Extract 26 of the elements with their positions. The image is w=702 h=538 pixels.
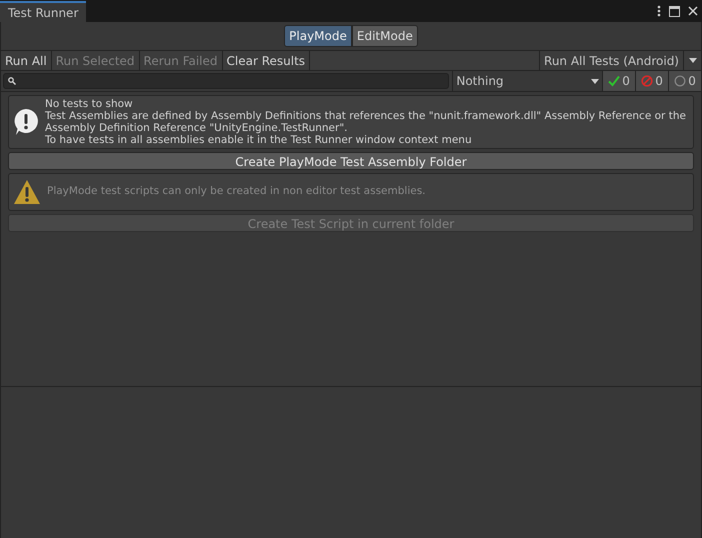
maximize-icon[interactable] [669, 6, 680, 16]
close-icon[interactable] [688, 6, 698, 16]
info-text: To have tests in all assemblies enable it in the Test Runner window context menu [45, 134, 473, 146]
warning-text: PlayMode test scripts can only be created in non editor test assemblies. [47, 184, 426, 200]
toolbar-button[interactable]: Run All [1, 51, 52, 70]
info-icon [13, 108, 39, 136]
result-filter-toggle[interactable]: 0 [668, 71, 701, 91]
more-options-icon[interactable] [657, 5, 661, 17]
search-icon [8, 77, 16, 85]
result-filter-toggle[interactable]: 0 [635, 71, 668, 91]
warning-icon [13, 179, 41, 205]
info-text: No tests to show [45, 98, 134, 110]
run-tests-button[interactable]: Run All Tests (Android) [539, 51, 683, 70]
info-text: Test Assemblies are defined by Assembly Definitions that references the "nunit.framework.dll" Assembly Reference or the Assembly Definition Reference "UnityEngine.TestRunner". [45, 110, 687, 134]
circle-icon [674, 75, 686, 87]
prohibited-icon [641, 75, 654, 87]
result-filter-toggle[interactable]: 0 [602, 71, 636, 91]
caret-icon [688, 58, 696, 63]
mode-tab[interactable]: EditMode [352, 25, 418, 47]
search-field[interactable] [3, 73, 450, 89]
toolbar-button[interactable]: Clear Results [222, 51, 310, 70]
create-folder-button[interactable]: Create PlayMode Test Assembly Folder [8, 152, 694, 170]
caret-icon [591, 78, 600, 84]
window-tab[interactable]: Test Runner [0, 1, 86, 22]
check-icon [608, 75, 620, 87]
mode-tab[interactable]: PlayMode [284, 25, 352, 47]
